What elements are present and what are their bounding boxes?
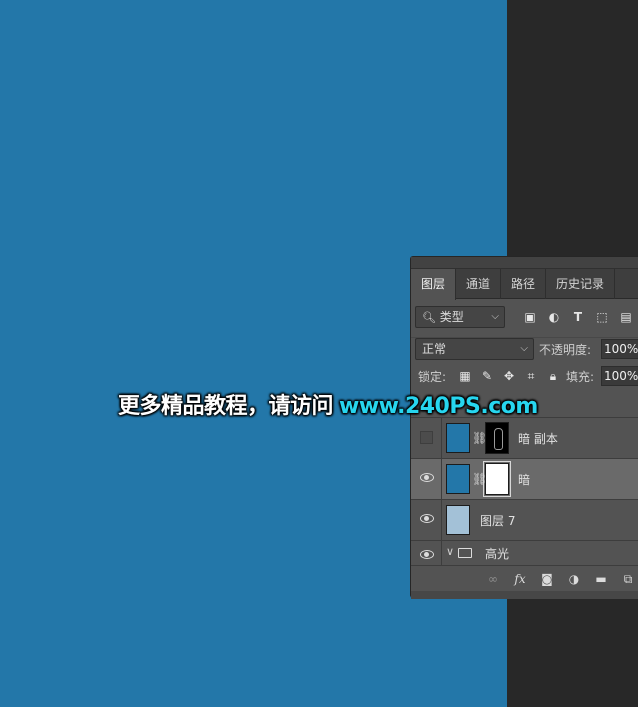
tab-paths[interactable]: 路径 — [501, 269, 547, 299]
tab-history[interactable]: 历史记录 — [546, 269, 616, 299]
panel-tabs: 图层 通道 路径 历史记录 — [411, 269, 638, 300]
layer-list: ⛓︎ 暗 副本 ⛓︎ 暗 图层 7 ∨ 高光 — [411, 417, 638, 566]
chevron-down-icon: ⌵ — [491, 311, 499, 322]
opacity-input[interactable]: 100% — [601, 339, 638, 359]
layer-mask-thumbnail[interactable] — [483, 461, 511, 497]
layer-mask-thumbnail[interactable] — [485, 422, 509, 454]
layer-name[interactable]: 暗 副本 — [518, 430, 558, 447]
tab-layers[interactable]: 图层 — [411, 269, 457, 300]
folder-icon — [458, 548, 472, 558]
layer-thumbnail[interactable] — [446, 505, 470, 535]
lock-transparent-icon[interactable]: ▦ — [457, 368, 473, 384]
tab-channels[interactable]: 通道 — [456, 269, 502, 299]
lock-artboard-icon[interactable]: ⌗ — [523, 368, 539, 384]
watermark: 更多精品教程，请访问 www.240PS.com — [118, 388, 538, 420]
lock-all-icon[interactable]: 🔒︎ — [545, 368, 561, 384]
new-group-icon[interactable]: ▬ — [593, 571, 609, 587]
layer-group-row[interactable]: ∨ 高光 — [411, 540, 638, 566]
link-icon[interactable]: ∞ — [485, 571, 501, 587]
eye-icon[interactable] — [420, 473, 434, 482]
bottom-icons: ∞ fx ◙ ◑ ▬ ⧉ — [485, 571, 636, 587]
opacity-label: 不透明度: — [539, 343, 592, 357]
add-mask-icon[interactable]: ◙ — [539, 571, 555, 587]
panel-title-bar[interactable] — [411, 257, 638, 269]
mask-bottle-shape — [494, 428, 503, 450]
lock-label: 锁定: — [418, 370, 447, 384]
chevron-down-icon[interactable]: ∨ — [446, 545, 454, 558]
blend-mode-value: 正常 — [422, 342, 447, 356]
layer-row-layer7[interactable]: 图层 7 — [411, 499, 638, 540]
watermark-url: www.240PS.com — [339, 394, 538, 419]
layers-panel: 图层 通道 路径 历史记录 🔍︎ 类型 ⌵ ▣ ◐ T ⬚ ▤ 正常 ⌵ 不透明… — [410, 256, 638, 599]
fill-input[interactable]: 100% — [601, 366, 638, 386]
fill-label: 填充: — [566, 370, 595, 384]
fx-icon[interactable]: fx — [512, 571, 528, 587]
eye-icon[interactable] — [420, 550, 434, 559]
layer-thumbnail[interactable] — [446, 464, 470, 494]
eye-icon[interactable] — [420, 514, 434, 523]
layer-row-copy[interactable]: ⛓︎ 暗 副本 — [411, 417, 638, 458]
visibility-cell[interactable] — [411, 500, 442, 540]
adjustment-icon[interactable]: ◐ — [546, 309, 562, 325]
shape-icon[interactable]: ⬚ — [594, 309, 610, 325]
layer-thumbnail[interactable] — [446, 423, 470, 453]
lock-move-icon[interactable]: ✥ — [501, 368, 517, 384]
visibility-off-icon[interactable] — [420, 431, 433, 444]
layer-name[interactable]: 图层 7 — [480, 512, 515, 529]
visibility-cell[interactable] — [411, 541, 442, 566]
smart-object-icon[interactable]: ▤ — [618, 309, 634, 325]
filter-icons: ▣ ◐ T ⬚ ▤ — [522, 309, 634, 325]
blend-row: 正常 ⌵ 不透明度: 100% — [411, 337, 638, 363]
filter-kind-select[interactable]: 🔍︎ 类型 ⌵ — [415, 306, 505, 328]
watermark-text: 更多精品教程，请访问 — [118, 394, 334, 419]
lock-paint-icon[interactable]: ✎ — [479, 368, 495, 384]
visibility-cell[interactable] — [411, 418, 442, 458]
filter-row: 🔍︎ 类型 ⌵ ▣ ◐ T ⬚ ▤ — [411, 306, 638, 332]
image-icon[interactable]: ▣ — [522, 309, 538, 325]
chevron-down-icon: ⌵ — [520, 343, 528, 354]
layer-name[interactable]: 暗 — [518, 471, 530, 488]
text-icon[interactable]: T — [570, 309, 586, 325]
lock-icons: ▦ ✎ ✥ ⌗ 🔒︎ — [457, 368, 561, 384]
visibility-cell[interactable] — [411, 459, 442, 499]
panel-bottom-bar: ∞ fx ◙ ◑ ▬ ⧉ — [411, 565, 638, 591]
search-icon: 🔍︎ — [422, 311, 436, 324]
new-layer-icon[interactable]: ⧉ — [620, 571, 636, 587]
layer-row-selected[interactable]: ⛓︎ 暗 — [411, 458, 638, 499]
filter-kind-label: 类型 — [439, 310, 464, 324]
adjustment-layer-icon[interactable]: ◑ — [566, 571, 582, 587]
layer-name[interactable]: 高光 — [485, 545, 509, 562]
blend-mode-select[interactable]: 正常 ⌵ — [415, 338, 534, 360]
panel-resize-handle[interactable] — [411, 591, 638, 599]
